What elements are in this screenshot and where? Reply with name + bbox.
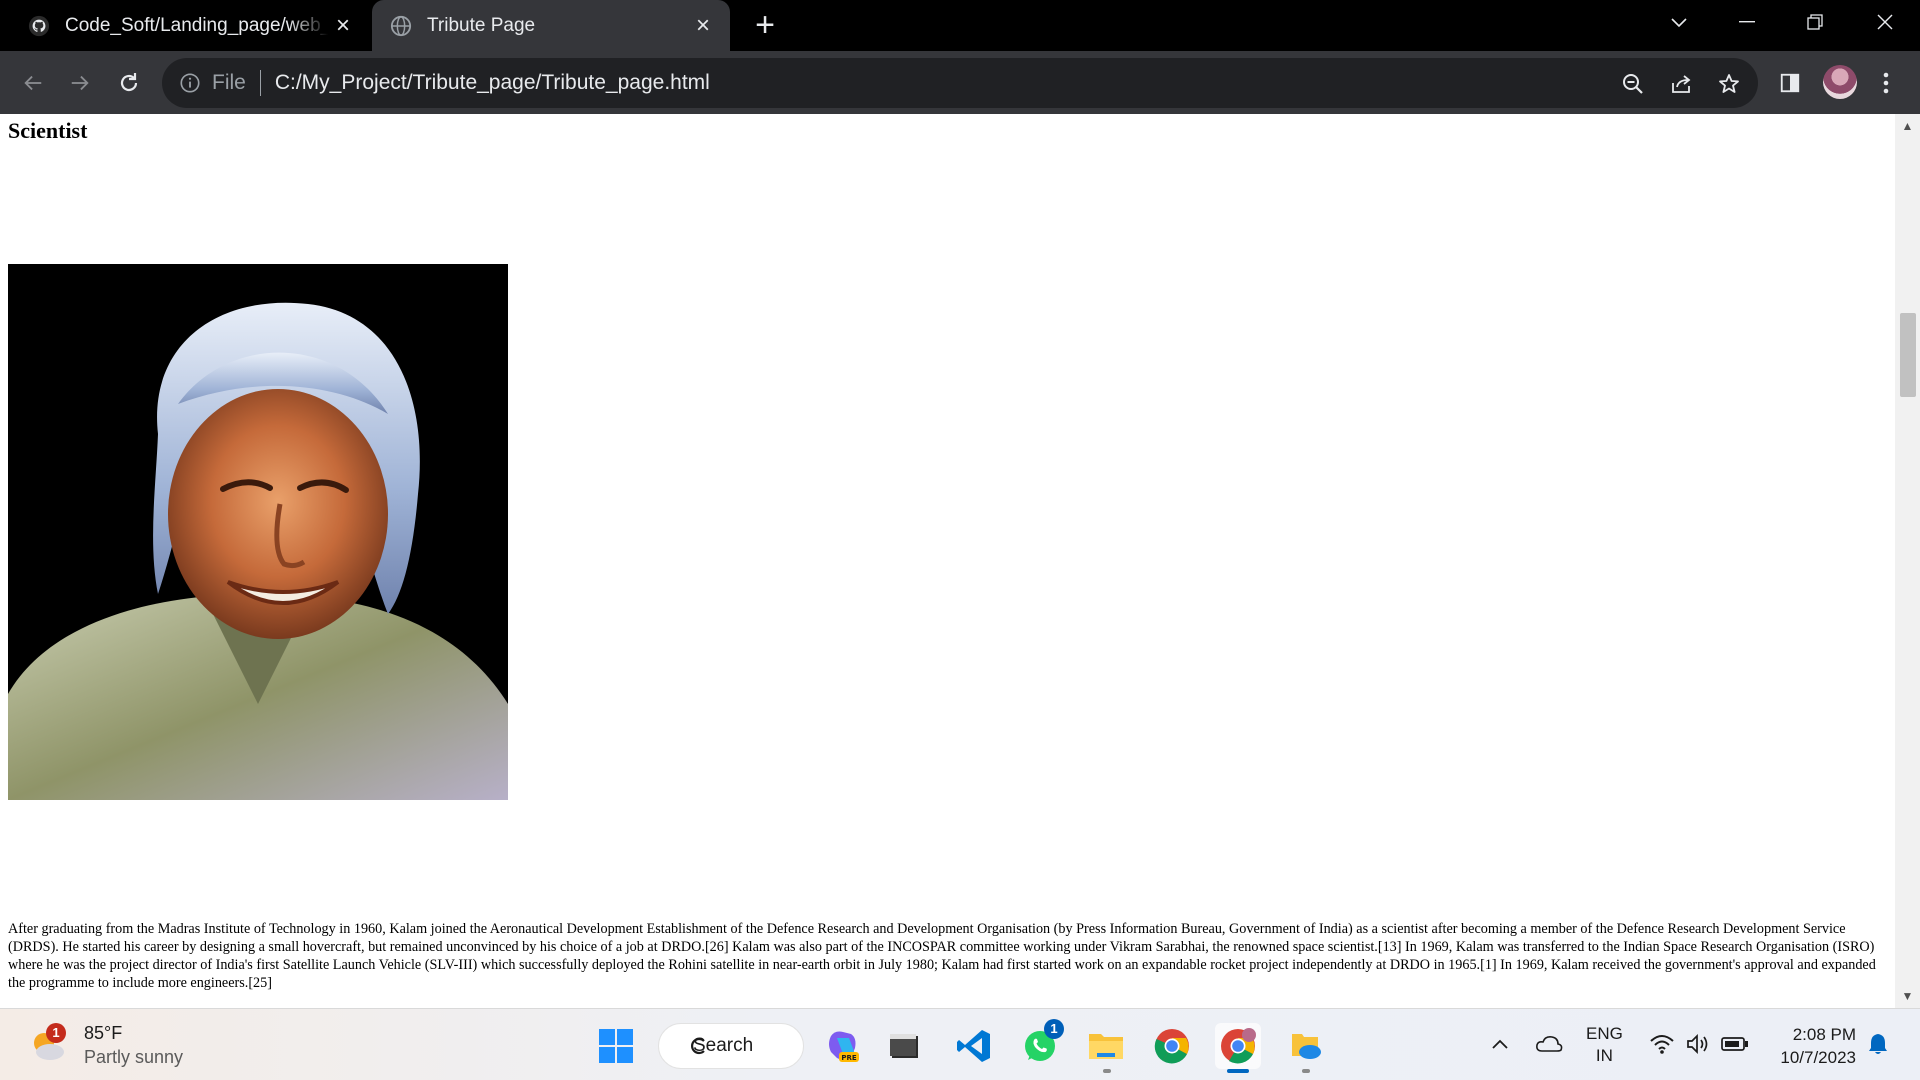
- bookmark-star-icon[interactable]: [1716, 71, 1742, 97]
- browser-toolbar: File C:/My_Project/Tribute_page/Tribute_…: [0, 51, 1920, 114]
- tab-tribute-page[interactable]: Tribute Page ×: [372, 0, 730, 51]
- taskbar-search[interactable]: Search: [658, 1023, 804, 1069]
- chrome-profile-icon[interactable]: [1215, 1023, 1261, 1069]
- reload-button[interactable]: [111, 65, 147, 101]
- language-indicator[interactable]: ENG IN: [1586, 1023, 1623, 1067]
- copilot-icon[interactable]: PRE: [820, 1023, 866, 1069]
- forward-button[interactable]: [62, 65, 98, 101]
- address-separator: [259, 70, 261, 96]
- tab-title: Code_Soft/Landing_page/web_S: [65, 14, 328, 36]
- language-region: IN: [1595, 1046, 1613, 1065]
- tab-code-soft[interactable]: Code_Soft/Landing_page/web_S ×: [0, 0, 370, 51]
- wifi-icon[interactable]: [1648, 1021, 1676, 1067]
- article-paragraph: After graduating from the Madras Institu…: [8, 921, 1876, 991]
- minimize-button[interactable]: [1716, 0, 1778, 44]
- partly-sunny-icon: 1: [28, 1023, 68, 1065]
- page-viewport: Scientist After graduating from the Madr…: [0, 114, 1895, 1008]
- weather-condition: Partly sunny: [84, 1047, 184, 1067]
- scroll-down-arrow-icon[interactable]: ▼: [1895, 984, 1920, 1008]
- side-panel-icon[interactable]: [1772, 65, 1808, 101]
- battery-icon[interactable]: [1720, 1021, 1750, 1067]
- weather-temperature: 85°F: [84, 1023, 123, 1043]
- zoom-icon[interactable]: [1620, 71, 1646, 97]
- site-info-icon[interactable]: [178, 71, 202, 95]
- close-window-button[interactable]: [1854, 0, 1916, 44]
- windows-taskbar: 1 85°F Partly sunny Search PRE 1 ENG IN …: [0, 1008, 1920, 1080]
- system-clock[interactable]: 2:08 PM 10/7/2023: [1768, 1023, 1856, 1069]
- volume-icon[interactable]: [1684, 1021, 1712, 1067]
- notification-bell-icon[interactable]: [1864, 1021, 1892, 1067]
- portrait-image: [8, 264, 508, 800]
- back-button[interactable]: [15, 65, 51, 101]
- windows-logo-icon: [599, 1029, 633, 1063]
- profile-avatar[interactable]: [1823, 65, 1857, 99]
- clock-time: 2:08 PM: [1792, 1025, 1856, 1044]
- globe-icon: [390, 15, 412, 37]
- scroll-thumb[interactable]: [1900, 313, 1916, 397]
- tab-close-icon[interactable]: ×: [328, 11, 358, 41]
- file-explorer-icon[interactable]: [1083, 1023, 1129, 1069]
- search-icon: [691, 1037, 705, 1055]
- onedrive-cloud-icon[interactable]: [1534, 1021, 1564, 1067]
- scroll-up-arrow-icon[interactable]: ▲: [1895, 114, 1920, 138]
- chrome-active-indicator: [1227, 1069, 1249, 1073]
- tab-title: Tribute Page: [427, 14, 536, 36]
- explorer-running-indicator: [1103, 1069, 1111, 1073]
- page-scrollbar[interactable]: ▲ ▼: [1895, 114, 1920, 1008]
- scheme-label: File: [212, 71, 246, 94]
- tray-overflow-chevron-icon[interactable]: [1488, 1021, 1512, 1067]
- tab-search-chevron-icon[interactable]: [1648, 0, 1710, 44]
- tab-strip: Code_Soft/Landing_page/web_S × Tribute P…: [0, 0, 1920, 51]
- github-icon: [28, 15, 50, 37]
- new-tab-button[interactable]: +: [748, 8, 782, 43]
- terminal-icon[interactable]: [881, 1023, 927, 1069]
- onedrive-folder-icon[interactable]: [1283, 1023, 1329, 1069]
- whatsapp-icon[interactable]: 1: [1017, 1019, 1064, 1069]
- weather-widget[interactable]: 1 85°F Partly sunny: [28, 1021, 183, 1069]
- clock-date: 10/7/2023: [1780, 1048, 1856, 1067]
- folder-running-indicator: [1302, 1069, 1310, 1073]
- chrome-icon[interactable]: [1149, 1023, 1195, 1069]
- whatsapp-badge: 1: [1044, 1019, 1064, 1039]
- portrait-illustration: [8, 264, 508, 800]
- start-button[interactable]: [593, 1023, 639, 1069]
- menu-kebab-icon[interactable]: [1868, 65, 1904, 101]
- language-code: ENG: [1586, 1024, 1623, 1043]
- share-icon[interactable]: [1668, 71, 1694, 97]
- url-text[interactable]: C:/My_Project/Tribute_page/Tribute_page.…: [275, 71, 710, 95]
- restore-button[interactable]: [1784, 0, 1846, 44]
- svg-text:PRE: PRE: [841, 1054, 857, 1062]
- vscode-icon[interactable]: [951, 1023, 997, 1069]
- page-heading: Scientist: [8, 118, 88, 143]
- address-bar[interactable]: File C:/My_Project/Tribute_page/Tribute_…: [162, 58, 1758, 108]
- tab-close-icon[interactable]: ×: [688, 11, 718, 41]
- weather-badge: 1: [46, 1023, 66, 1043]
